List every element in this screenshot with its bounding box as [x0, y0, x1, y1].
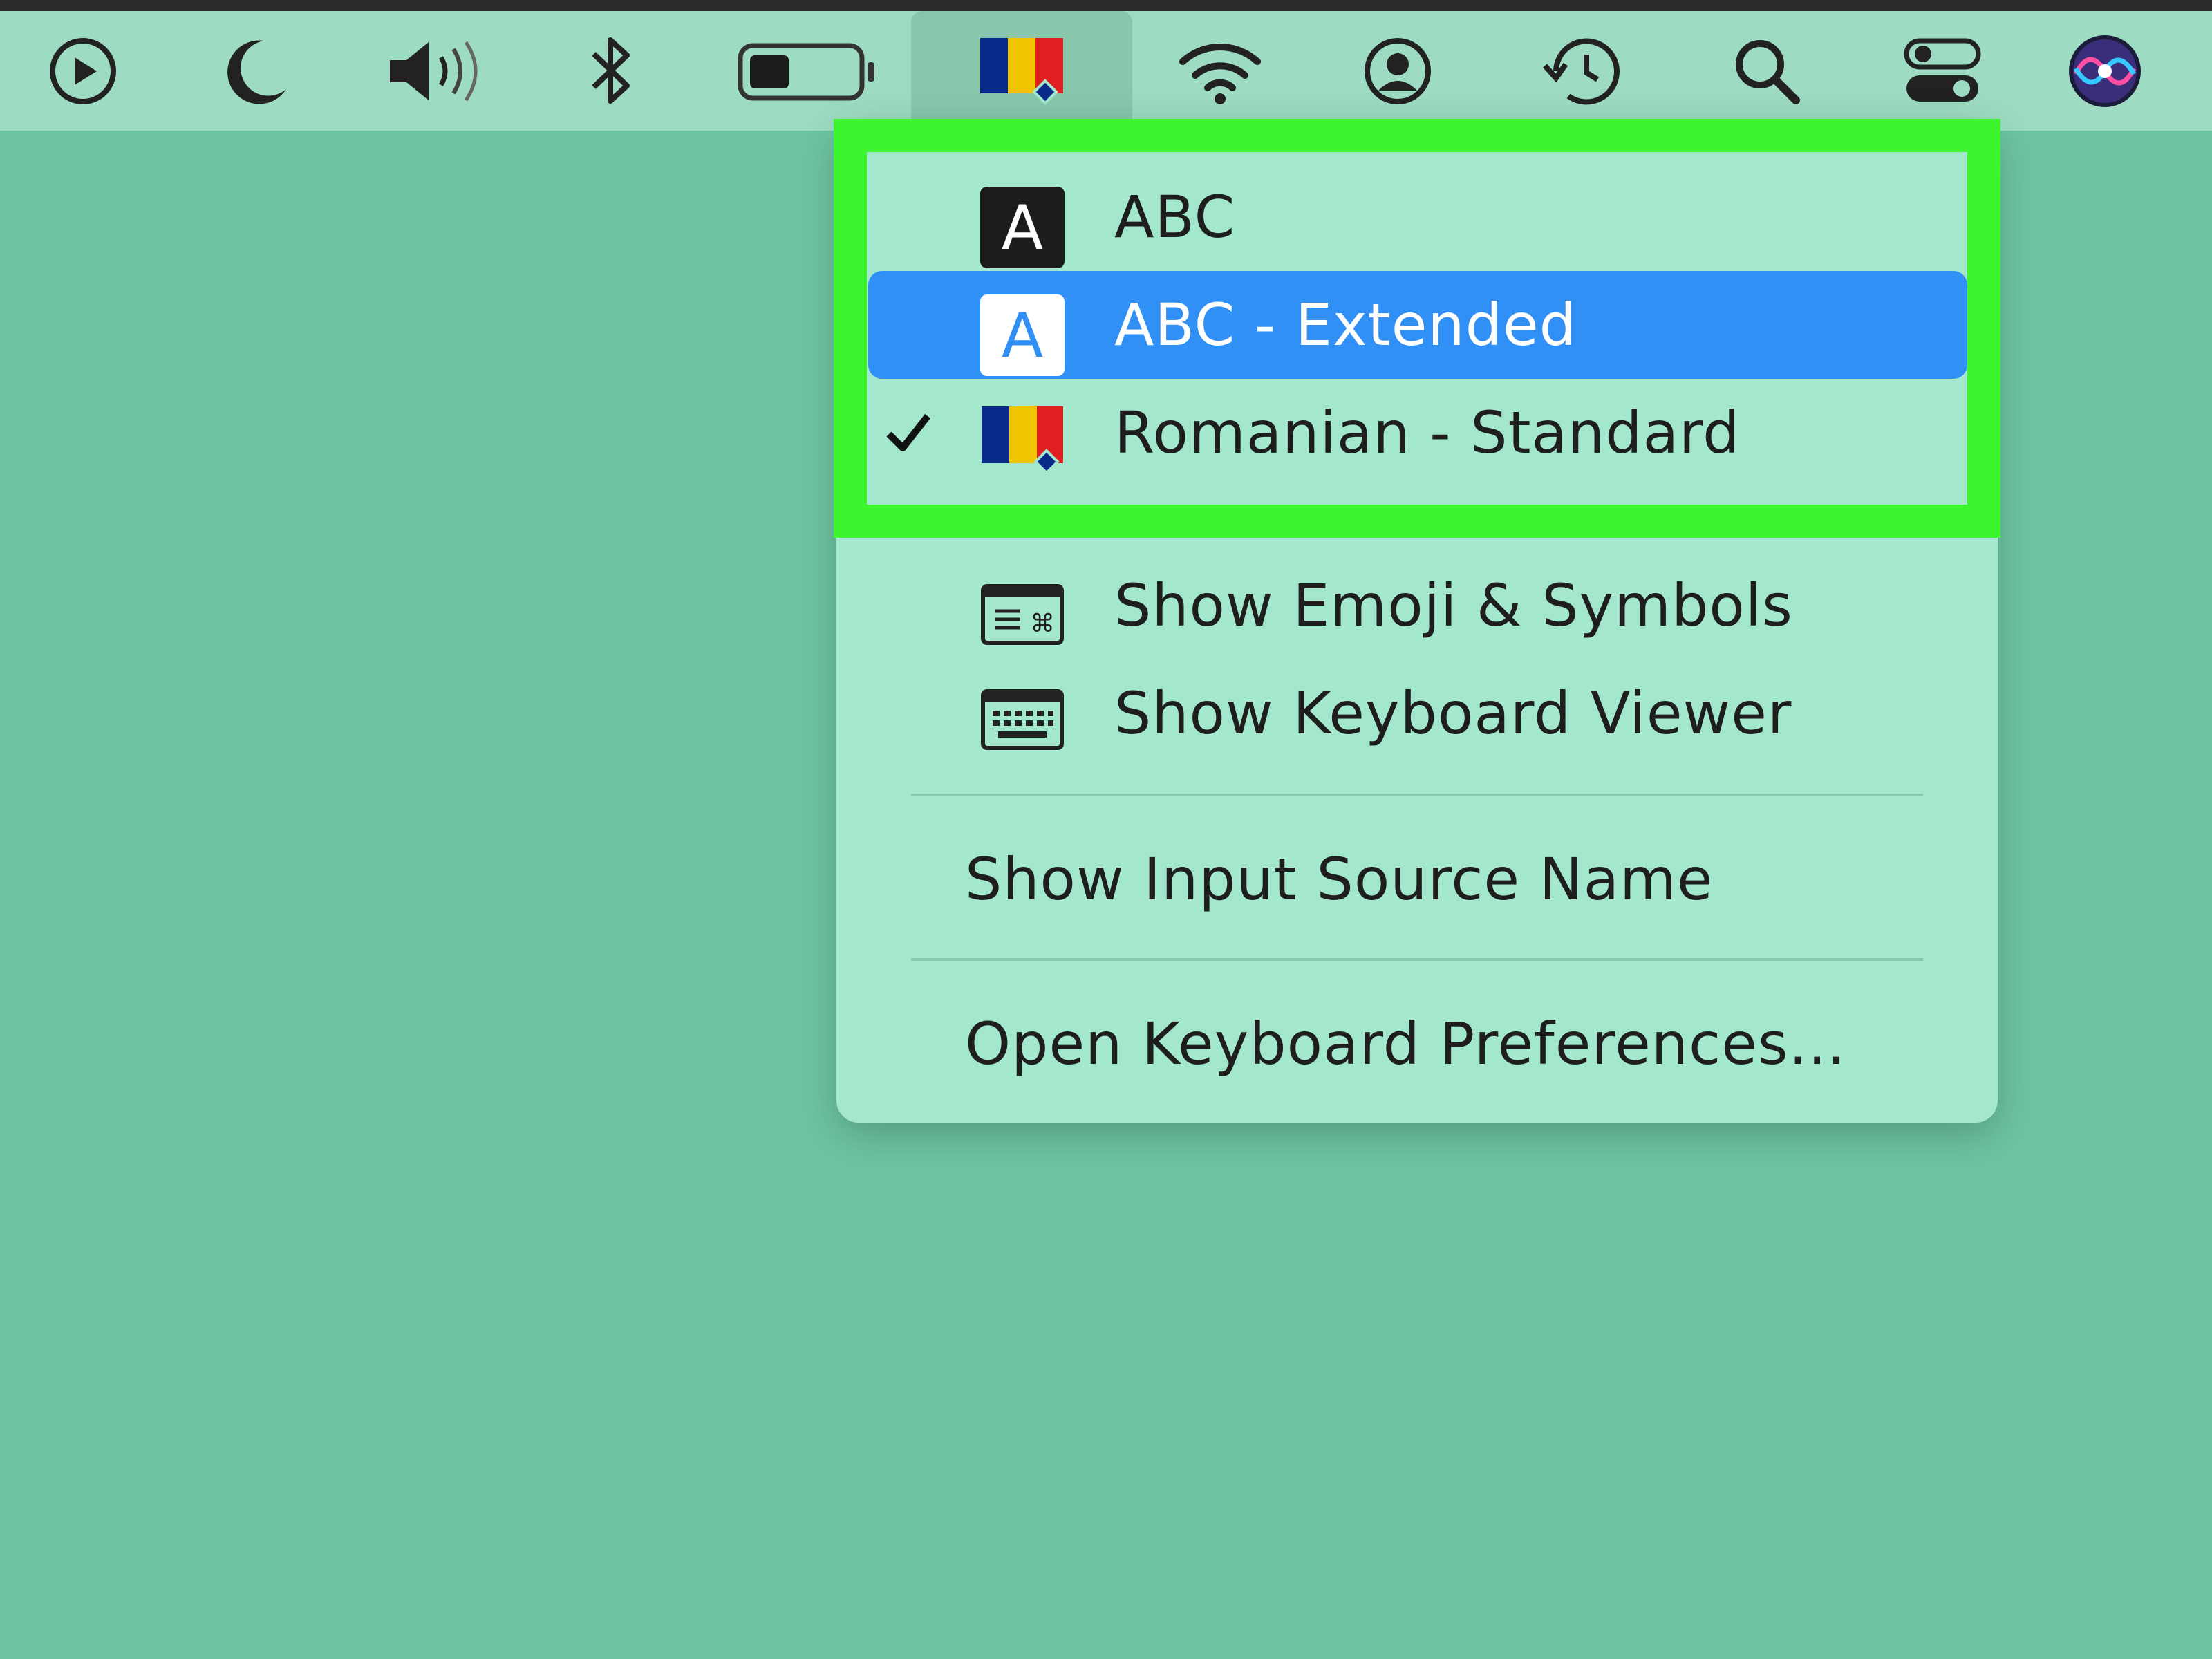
siri-icon[interactable]	[2060, 11, 2150, 131]
window-top-edge	[0, 0, 2212, 11]
romanian-flag-icon[interactable]	[911, 11, 1132, 131]
emoji-symbols-icon: ⌘	[980, 575, 1065, 657]
svg-text:⌘: ⌘	[1030, 610, 1055, 638]
menu-item-show-input-source-name[interactable]: Show Input Source Name	[965, 838, 1714, 921]
bluetooth-icon[interactable]	[574, 11, 650, 131]
search-icon[interactable]	[1725, 11, 1808, 131]
play-circle-icon[interactable]	[41, 11, 124, 131]
battery-icon[interactable]	[733, 11, 885, 131]
time-machine-icon[interactable]	[1536, 11, 1626, 131]
menu-item-label: Show Emoji & Symbols	[1114, 572, 1793, 639]
keyboard-viewer-icon	[980, 683, 1065, 765]
menu-item-label: Show Keyboard Viewer	[1114, 679, 1792, 747]
menu-item-show-keyboard-viewer[interactable]: Show Keyboard Viewer	[868, 659, 1967, 767]
volume-icon[interactable]	[380, 11, 491, 131]
menu-bar	[0, 11, 2212, 131]
highlight-annotation-frame	[834, 119, 2000, 538]
menu-divider	[911, 958, 1923, 961]
menu-item-open-keyboard-preferences[interactable]: Open Keyboard Preferences...	[965, 1002, 1846, 1085]
menu-item-show-emoji-symbols[interactable]: ⌘ Show Emoji & Symbols	[868, 552, 1967, 659]
control-center-icon[interactable]	[1894, 11, 1991, 131]
wifi-icon[interactable]	[1175, 11, 1265, 131]
moon-icon[interactable]	[214, 11, 297, 131]
user-icon[interactable]	[1356, 11, 1439, 131]
menu-divider	[911, 794, 1923, 796]
